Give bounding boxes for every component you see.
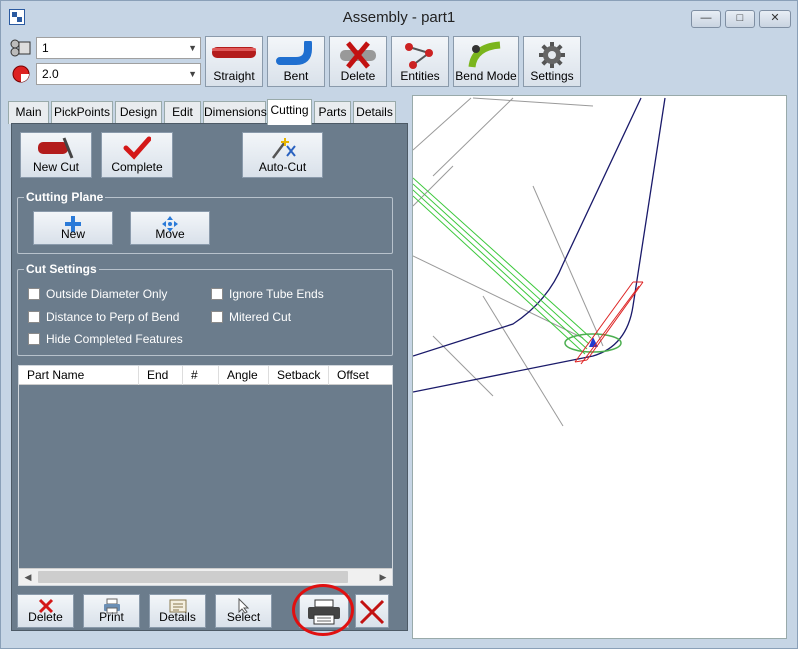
diameter-icon [12,65,30,83]
close-icon [359,599,385,625]
new-plane-label: New [60,227,85,241]
straight-tube-icon [212,47,256,58]
toolbar: 1 ▼ 2.0 ▼ Straight Bent Delete Entities … [8,34,792,92]
assembly-drawing [412,97,666,427]
checkbox-box[interactable] [28,311,40,323]
checkbox-box[interactable] [211,311,223,323]
mitered-cut-label: Mitered Cut [229,310,292,324]
column-header[interactable]: Angle [219,366,269,385]
select-button[interactable]: Select [215,594,272,628]
tube-number-row: 1 ▼ [8,36,204,60]
tab-parts[interactable]: Parts [314,101,351,124]
tab-cutting[interactable]: Cutting [267,99,312,125]
tab-pickpoints[interactable]: PickPoints [51,101,113,124]
hide-completed-label: Hide Completed Features [46,332,183,346]
cancel-button[interactable] [355,594,389,628]
distance-to-perp-label: Distance to Perp of Bend [46,310,180,324]
tab-strip: Main PickPoints Design Edit Dimensions C… [8,99,407,125]
tab-edit[interactable]: Edit [164,101,201,124]
cutting-plane-title: Cutting Plane [24,190,106,204]
diameter-value: 2.0 [42,67,59,81]
diameter-row: 2.0 ▼ [8,62,204,86]
column-header[interactable]: Setback [269,366,329,385]
tab-main[interactable]: Main [8,101,49,124]
scrollbar-thumb[interactable] [38,571,348,583]
checkbox-box[interactable] [28,288,40,300]
entities-button[interactable]: Entities [391,36,449,87]
print-label: Print [99,610,124,624]
entities-label: Entities [400,69,440,83]
auto-cut-label: Auto-Cut [258,160,307,174]
cutting-panel: New Cut Complete Auto-Cut Cutting Plane [11,123,408,631]
horizontal-scrollbar[interactable]: ◀ ▶ [19,568,392,585]
tab-design[interactable]: Design [115,101,162,124]
close-window-button[interactable]: ✕ [759,10,791,28]
ignore-tube-ends-label: Ignore Tube Ends [229,287,324,301]
settings-label: Settings [530,69,574,83]
column-header[interactable]: # [183,366,219,385]
settings-button[interactable]: Settings [523,36,581,87]
delete-cut-label: Delete [28,610,63,624]
cut-settings-title: Cut Settings [24,262,99,276]
print-button[interactable]: Print [83,594,140,628]
column-header[interactable]: Offset [329,366,392,385]
details-button[interactable]: Details [149,594,206,628]
tube-number-select[interactable]: 1 ▼ [36,37,201,59]
delete-tube-icon [340,41,376,69]
tab-dimensions[interactable]: Dimensions [203,101,267,124]
delete-tube-button[interactable]: Delete [329,36,387,87]
magic-wand-scissors-icon [271,138,296,159]
auto-cut-button[interactable]: Auto-Cut [242,132,323,178]
table-header: Part Name End # Angle Setback Offset [19,366,392,385]
scroll-right-icon[interactable]: ▶ [375,570,391,584]
3d-viewport[interactable] [412,95,787,639]
complete-label: Complete [111,160,163,174]
maximize-button[interactable]: □ [725,10,755,28]
delete-tube-label: Delete [340,69,376,83]
details-label: Details [159,610,196,624]
tube-number-value: 1 [42,41,49,55]
bend-mode-label: Bend Mode [455,69,517,83]
cuts-table[interactable]: Part Name End # Angle Setback Offset ◀ ▶ [18,365,393,586]
cutting-plane-group: Cutting Plane New Move [17,190,393,254]
outside-diameter-only-label: Outside Diameter Only [46,287,168,301]
tubes-icon [10,39,31,57]
straight-button[interactable]: Straight [205,36,263,87]
new-cut-button[interactable]: New Cut [20,132,92,178]
scroll-left-icon[interactable]: ◀ [20,570,36,584]
entities-icon [405,43,433,69]
diameter-select[interactable]: 2.0 ▼ [36,63,201,85]
chevron-down-icon: ▼ [188,69,197,79]
straight-label: Straight [213,69,255,83]
checkbox-box[interactable] [28,333,40,345]
move-plane-button[interactable]: Move [130,211,210,245]
chevron-down-icon: ▼ [188,43,197,53]
window-title: Assembly - part1 [342,9,456,26]
app-window: Assembly - part1 — □ ✕ 1 ▼ 2.0 ▼ Straigh… [0,0,798,649]
column-header[interactable]: End [139,366,183,385]
move-plane-label: Move [155,227,185,241]
bent-button[interactable]: Bent [267,36,325,87]
minimize-button[interactable]: — [691,10,721,28]
complete-button[interactable]: Complete [101,132,173,178]
delete-cut-button[interactable]: Delete [17,594,74,628]
bend-mode-button[interactable]: Bend Mode [453,36,519,87]
gear-icon [539,42,565,68]
bend-mode-icon [468,41,501,68]
annotation-circle [292,584,354,636]
checkmark-icon [123,136,151,160]
bent-tube-icon [276,41,312,65]
title-bar[interactable]: Assembly - part1 — □ ✕ [1,1,797,33]
bent-label: Bent [283,69,309,83]
cut-settings-group: Cut Settings Outside Diameter Only Ignor… [17,262,393,356]
left-panel: Main PickPoints Design Edit Dimensions C… [8,96,408,639]
checkbox-box[interactable] [211,288,223,300]
select-label: Select [226,610,261,624]
new-plane-button[interactable]: New [33,211,113,245]
new-cut-label: New Cut [32,160,79,174]
column-header[interactable]: Part Name [19,366,139,385]
tab-details[interactable]: Details [353,101,396,124]
new-cut-icon [38,137,74,159]
